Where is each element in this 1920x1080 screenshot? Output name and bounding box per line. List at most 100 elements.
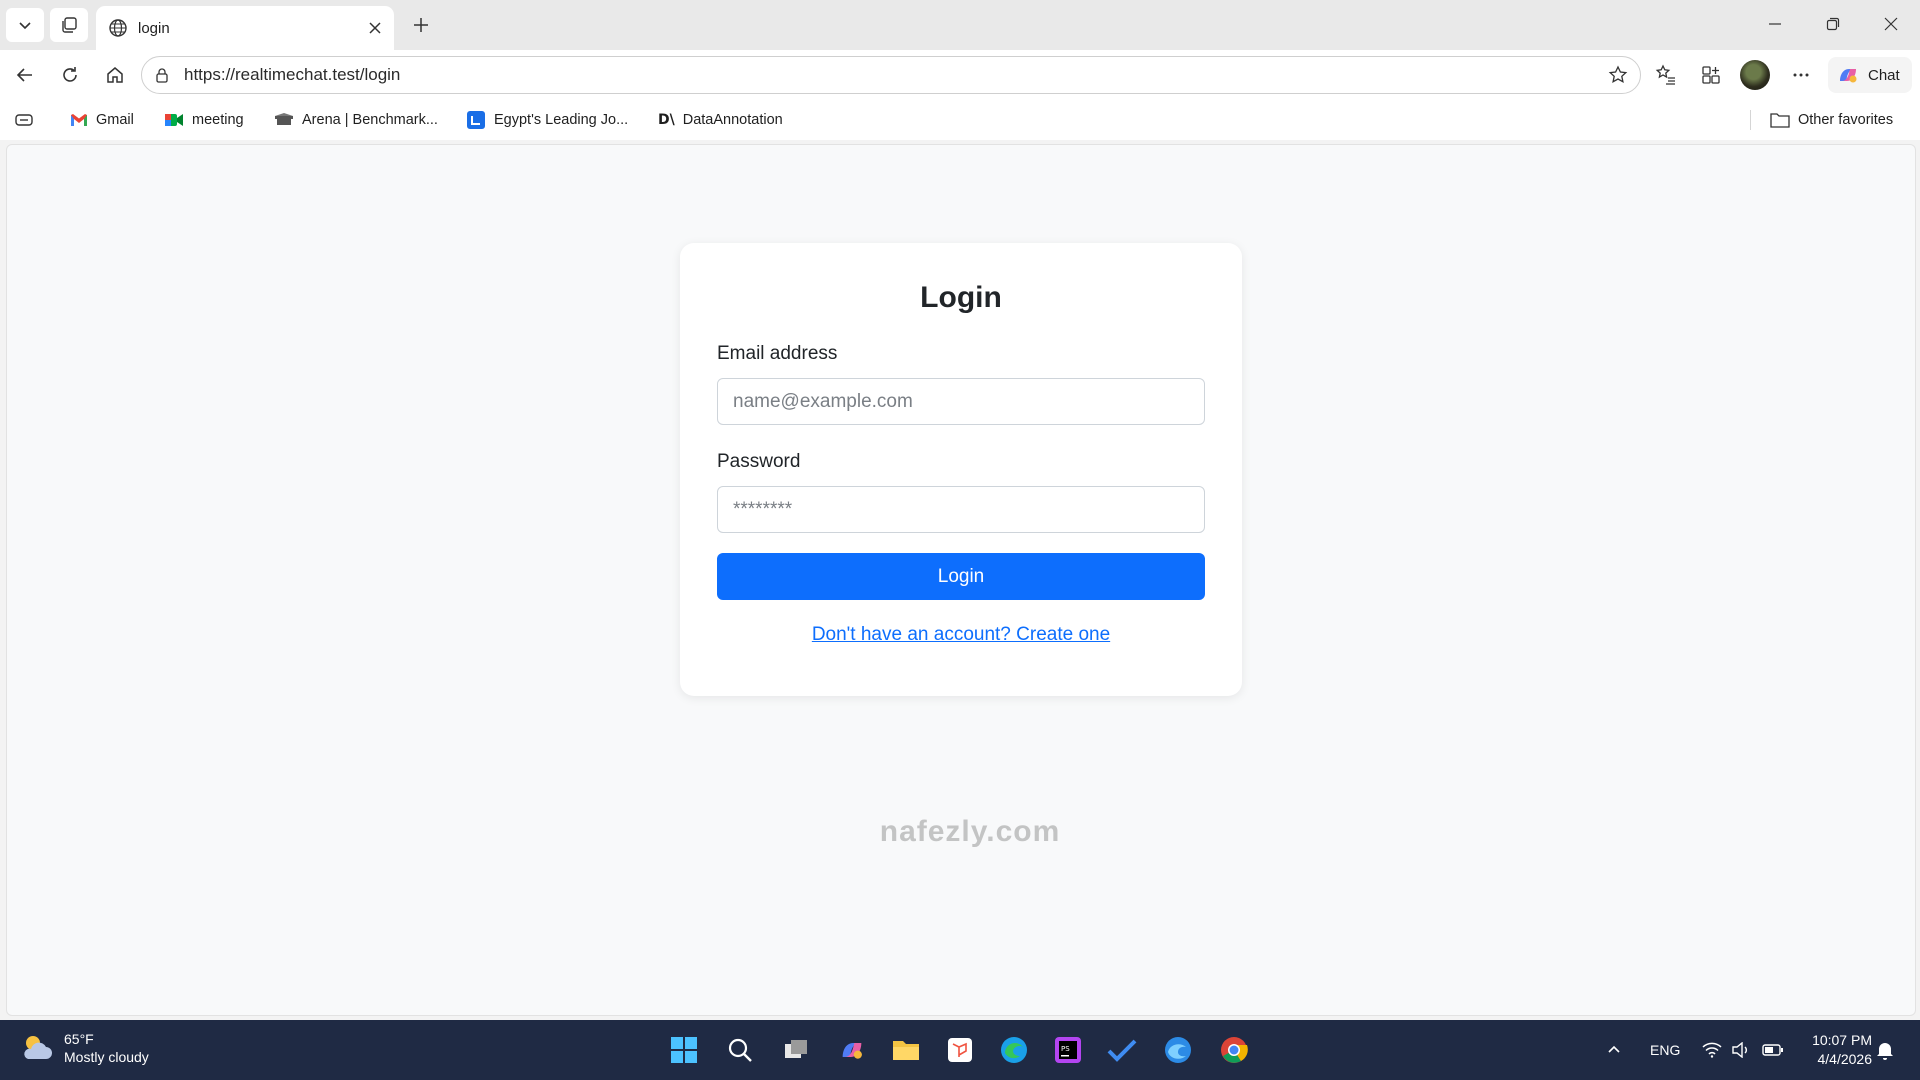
task-view-icon [785, 1040, 807, 1058]
favorite-gmail[interactable]: Gmail [70, 108, 134, 132]
password-input[interactable] [717, 486, 1205, 533]
more-horizontal-icon [1793, 73, 1809, 77]
globe-icon [109, 19, 127, 37]
taskbar-file-explorer[interactable] [888, 1032, 924, 1068]
password-label: Password [717, 451, 801, 472]
wifi-icon [1702, 1042, 1722, 1058]
tab-title: login [138, 19, 170, 37]
taskbar-laravel[interactable] [942, 1032, 978, 1068]
close-icon [1884, 17, 1898, 31]
login-card: Login Email address Password Login Don't… [680, 243, 1242, 696]
checkmark-icon [1107, 1039, 1137, 1062]
arrow-left-icon [16, 68, 32, 82]
create-account-link[interactable]: Don't have an account? Create one [717, 624, 1205, 646]
watermark-logo: nafezly.com [879, 815, 1061, 848]
gmail-icon [71, 114, 87, 126]
battery-status[interactable] [1762, 1020, 1784, 1080]
email-label: Email address [717, 343, 838, 364]
taskbar-chrome[interactable] [1216, 1032, 1252, 1068]
clock-date: 4/4/2026 [1817, 1051, 1873, 1067]
login-button[interactable]: Login [717, 553, 1205, 600]
copilot-icon [1840, 69, 1857, 83]
favorite-dataannotation[interactable]: D\ DataAnnotation [658, 108, 783, 132]
weather-condition: Mostly cloudy [64, 1049, 149, 1065]
favorites-menu-button[interactable] [14, 108, 34, 132]
notifications-button[interactable] [1876, 1020, 1894, 1080]
other-favorites-folder[interactable]: Other favorites [1770, 108, 1893, 132]
browser-toolbar: https://realtimechat.test/login Chat [0, 50, 1920, 100]
bell-icon [1877, 1043, 1893, 1060]
back-button[interactable] [7, 57, 43, 93]
windows-icon [671, 1037, 697, 1063]
refresh-icon [63, 67, 77, 82]
svg-text:PS: PS [1061, 1045, 1070, 1053]
battery-icon [1762, 1044, 1783, 1056]
home-button[interactable] [97, 57, 133, 93]
cloudy-weather-icon [24, 1036, 52, 1059]
edge-icon [1001, 1037, 1027, 1063]
favorite-arena[interactable]: Arena | Benchmark... [274, 108, 438, 132]
weather-temperature: 65°F [64, 1031, 94, 1047]
favorites-separator [1750, 110, 1751, 130]
page-viewport: Login Email address Password Login Don't… [6, 144, 1916, 1016]
taskbar-search-button[interactable] [722, 1032, 758, 1068]
clock-time: 10:07 PM [1812, 1032, 1872, 1048]
plus-icon [414, 18, 428, 32]
favorites-bar-icon [15, 114, 33, 126]
minimize-icon [1769, 23, 1781, 25]
start-button[interactable] [666, 1032, 702, 1068]
favorites-button[interactable] [1648, 57, 1684, 93]
new-tab-button[interactable] [402, 8, 440, 42]
system-clock[interactable]: 10:07 PM 4/4/2026 [1800, 1031, 1872, 1069]
settings-more-button[interactable] [1783, 57, 1819, 93]
close-tab-icon[interactable] [368, 21, 382, 35]
refresh-button[interactable] [52, 57, 88, 93]
volume-status[interactable] [1732, 1020, 1750, 1080]
taskbar-copilot[interactable] [834, 1032, 870, 1068]
restore-button[interactable] [1804, 0, 1862, 48]
restore-icon [1826, 17, 1840, 31]
url-text[interactable]: https://realtimechat.test/login [184, 65, 1608, 85]
chrome-icon [1221, 1037, 1248, 1063]
chat-label: Chat [1868, 66, 1900, 84]
chevron-down-icon [19, 22, 31, 30]
workspaces-button[interactable] [50, 8, 88, 42]
copilot-chat-button[interactable]: Chat [1828, 57, 1912, 93]
taskbar-edge[interactable] [996, 1032, 1032, 1068]
favorites-bar: Gmail meeting Arena | Benchmark... Egypt… [0, 100, 1920, 140]
grid-plus-icon [1702, 66, 1720, 84]
folder-app-icon [893, 1041, 919, 1060]
language-indicator[interactable]: ENG [1650, 1020, 1680, 1080]
home-icon [107, 67, 123, 83]
taskbar-phpstorm[interactable]: PS [1050, 1032, 1086, 1068]
tab-group-icon [62, 17, 77, 33]
email-input[interactable] [717, 378, 1205, 425]
close-window-button[interactable] [1862, 0, 1920, 48]
address-bar[interactable]: https://realtimechat.test/login [141, 56, 1641, 94]
dataannotation-icon: D\ [658, 112, 675, 128]
wifi-status[interactable] [1702, 1020, 1722, 1080]
jobs-icon [467, 111, 485, 129]
show-hidden-icons[interactable] [1606, 1020, 1622, 1080]
taskbar-edge-2[interactable] [1160, 1032, 1196, 1068]
taskbar-todo[interactable] [1104, 1032, 1140, 1068]
favorites-list-icon [1655, 64, 1675, 85]
lock-icon[interactable] [154, 67, 170, 83]
speaker-icon [1732, 1042, 1747, 1058]
favorite-meeting[interactable]: meeting [164, 108, 244, 132]
weather-widget[interactable]: 65°F Mostly cloudy [20, 1030, 149, 1066]
login-title: Login [920, 281, 1002, 314]
star-icon[interactable] [1608, 65, 1628, 85]
laravel-app-icon [948, 1038, 972, 1062]
tab-actions-button[interactable] [6, 8, 44, 42]
profile-avatar[interactable] [1740, 60, 1770, 90]
meet-icon [165, 114, 183, 126]
edge-icon-2 [1165, 1037, 1191, 1063]
active-tab[interactable]: login [96, 6, 394, 50]
task-view-button[interactable] [778, 1032, 814, 1068]
folder-icon [1770, 113, 1790, 128]
collections-button[interactable] [1693, 57, 1729, 93]
phpstorm-icon: PS [1055, 1037, 1081, 1063]
favorite-jobs[interactable]: Egypt's Leading Jo... [466, 108, 628, 132]
minimize-button[interactable] [1746, 0, 1804, 48]
